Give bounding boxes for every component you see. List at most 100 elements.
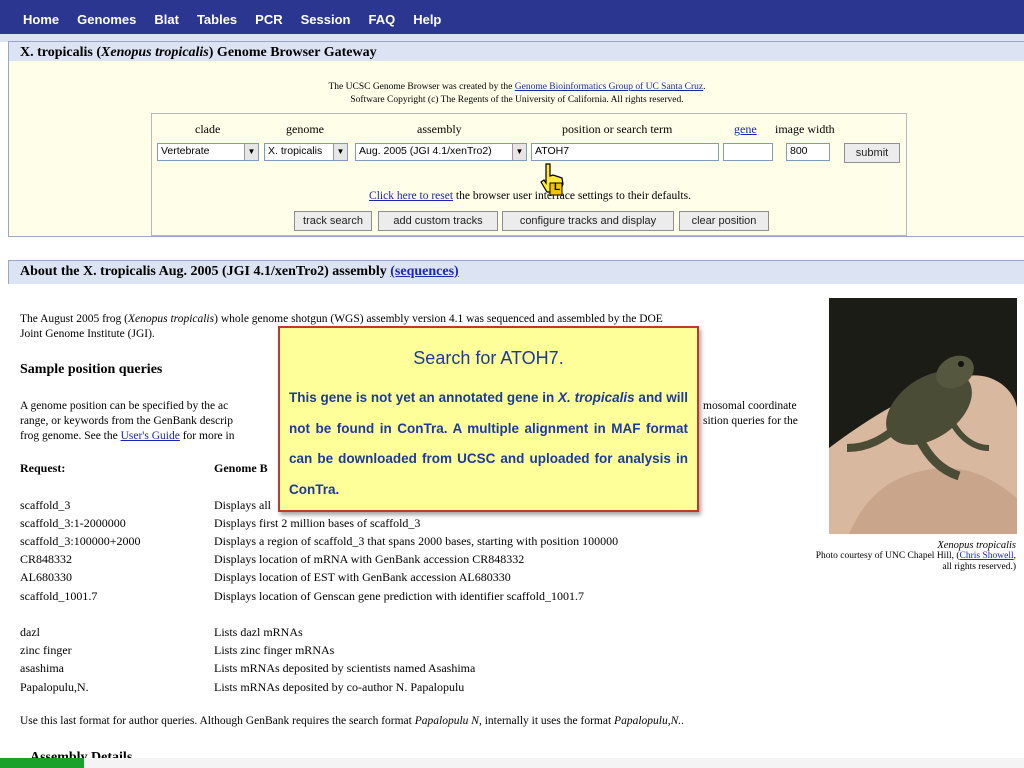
sample-paragraph-right: mosomal coordinate sition queries for th… <box>703 399 813 429</box>
nav-links: Home Genomes Blat Tables PCR Session FAQ… <box>14 12 450 27</box>
spacer <box>0 238 1024 258</box>
gateway-title-species: Xenopus tropicalis <box>101 45 209 60</box>
example-desc: Displays location of EST with GenBank ac… <box>214 570 511 584</box>
intro-text-3: Joint Genome Institute (JGI). <box>20 328 155 340</box>
track-search-button[interactable]: track search <box>294 211 372 231</box>
genome-value: X. tropicalis <box>268 145 323 157</box>
intro-text-2: ) whole genome shotgun (WGS) assembly ve… <box>214 313 663 325</box>
sample-text-1a: A genome position can be specified by th… <box>20 400 229 412</box>
genome-select[interactable]: X. tropicalis ▼ <box>264 143 348 161</box>
callout-title: Search for ATOH7. <box>413 348 564 368</box>
callout-body: This gene is not yet an annotated gene i… <box>289 383 688 505</box>
hand-cursor-svg <box>540 163 564 196</box>
caption-text-1: Photo courtesy of UNC Chapel Hill, ( <box>815 551 960 561</box>
photo-caption: Xenopus tropicalis Photo courtesy of UNC… <box>786 540 1016 573</box>
example-request[interactable]: zinc finger <box>20 643 72 658</box>
cursor-badge: L <box>554 182 561 193</box>
callout-species: X. tropicalis <box>558 390 635 405</box>
example-request[interactable]: asashima <box>20 661 64 676</box>
author-format-note: Use this last format for author queries.… <box>20 715 684 727</box>
example-desc: Displays location of mRNA with GenBank a… <box>214 552 525 566</box>
example-desc: Lists mRNAs deposited by scientists name… <box>214 661 476 675</box>
reset-line: Click here to reset the browser user int… <box>152 190 908 202</box>
example-desc: Displays a region of scaffold_3 that spa… <box>214 534 619 548</box>
sample-text-2a: range, or keywords from the GenBank desc… <box>20 415 234 427</box>
chevron-down-icon: ▼ <box>512 144 526 160</box>
gateway-title-post: ) Genome Browser Gateway <box>208 45 377 60</box>
credits-text: The UCSC Genome Browser was created by t… <box>328 82 515 92</box>
assembly-value: Aug. 2005 (JGI 4.1/xenTro2) <box>359 145 492 157</box>
credits-period: . <box>703 82 706 92</box>
gene-label-link[interactable]: gene <box>734 122 757 137</box>
intro-species: Xenopus tropicalis <box>127 313 215 325</box>
footer-text-2: , internally it uses the format <box>478 715 615 727</box>
callout-text-2: and will not be found in ConTra. A multi… <box>289 390 688 497</box>
gene-input[interactable] <box>723 143 773 161</box>
example-request[interactable]: dazl <box>20 625 40 640</box>
nav-session[interactable]: Session <box>301 12 351 27</box>
position-label: position or search term <box>562 122 673 136</box>
footer-em-2: Papalopulu,N. <box>614 715 682 727</box>
position-input[interactable]: ATOH7 <box>531 143 719 161</box>
clade-select[interactable]: Vertebrate ▼ <box>157 143 259 161</box>
example-desc: Lists zinc finger mRNAs <box>214 643 335 657</box>
genome-label: genome <box>286 122 324 136</box>
annotation-callout: Search for ATOH7. This gene is not yet a… <box>278 326 699 512</box>
add-custom-tracks-button[interactable]: add custom tracks <box>378 211 498 231</box>
caption-line-2: all rights reserved.) <box>942 562 1016 572</box>
footer-em-1: Papalopulu N <box>414 715 479 727</box>
footer-text-3: . <box>681 715 685 727</box>
sample-paragraph-left: A genome position can be specified by th… <box>20 399 280 444</box>
users-guide-link[interactable]: User's Guide <box>121 430 180 442</box>
frog-photo <box>829 298 1017 534</box>
example-desc: Displays all <box>214 498 271 512</box>
assembly-select[interactable]: Aug. 2005 (JGI 4.1/xenTro2) ▼ <box>355 143 527 161</box>
bottom-strip <box>84 758 1024 768</box>
clade-label: clade <box>195 122 221 136</box>
sample-text-1b: mosomal coordinate <box>703 400 797 412</box>
col-genome-header: Genome B <box>214 461 268 475</box>
frog-illustration <box>829 298 1017 534</box>
assembly-label: assembly <box>417 122 462 136</box>
configure-tracks-button[interactable]: configure tracks and display <box>502 211 674 231</box>
example-request[interactable]: scaffold_3:1-2000000 <box>20 516 126 531</box>
example-request[interactable]: scaffold_3 <box>20 498 70 513</box>
nav-faq[interactable]: FAQ <box>368 12 395 27</box>
green-bar <box>0 758 84 768</box>
reset-link[interactable]: Click here to reset <box>369 190 453 202</box>
credits-line-2: Software Copyright (c) The Regents of th… <box>350 95 684 105</box>
nav-pcr[interactable]: PCR <box>255 12 282 27</box>
gateway-panel: The UCSC Genome Browser was created by t… <box>8 61 1024 237</box>
example-request[interactable]: AL680330 <box>20 570 72 585</box>
nav-home[interactable]: Home <box>23 12 59 27</box>
submit-button[interactable]: submit <box>844 143 900 163</box>
search-form: clade genome assembly position or search… <box>151 113 907 236</box>
col-request-header: Request: <box>20 461 66 475</box>
image-width-input[interactable]: 800 <box>786 143 830 161</box>
credits-link[interactable]: Genome Bioinformatics Group of UC Santa … <box>515 82 703 92</box>
nav-genomes[interactable]: Genomes <box>77 12 136 27</box>
example-desc: Lists dazl mRNAs <box>214 625 303 639</box>
example-request[interactable]: CR848332 <box>20 552 72 567</box>
example-request[interactable]: Papalopulu,N. <box>20 680 89 695</box>
example-request[interactable]: scaffold_3:100000+2000 <box>20 534 141 549</box>
credits: The UCSC Genome Browser was created by t… <box>9 81 1024 107</box>
sample-text-2b: sition queries for the <box>703 415 798 427</box>
nav-help[interactable]: Help <box>413 12 441 27</box>
gateway-title-pre: X. tropicalis ( <box>20 45 102 60</box>
example-desc: Displays first 2 million bases of scaffo… <box>214 516 421 530</box>
chevron-down-icon: ▼ <box>244 144 258 160</box>
nav-blat[interactable]: Blat <box>154 12 179 27</box>
example-desc: Displays location of Genscan gene predic… <box>214 589 585 603</box>
caption-line-1: Photo courtesy of UNC Chapel Hill, (Chri… <box>786 551 1016 562</box>
intro-text-1: The August 2005 frog ( <box>20 313 128 325</box>
clear-position-button[interactable]: clear position <box>679 211 769 231</box>
callout-text-1: This gene is not yet an annotated gene i… <box>289 390 559 405</box>
top-nav-bar: Home Genomes Blat Tables PCR Session FAQ… <box>0 0 1024 34</box>
nav-tables[interactable]: Tables <box>197 12 237 27</box>
sequences-link[interactable]: (sequences) <box>390 264 458 279</box>
credits-line-1: The UCSC Genome Browser was created by t… <box>9 81 1024 94</box>
photographer-link[interactable]: Chris Showell <box>960 551 1014 561</box>
example-request[interactable]: scaffold_1001.7 <box>20 589 97 604</box>
caption-species: Xenopus tropicalis <box>937 540 1016 551</box>
